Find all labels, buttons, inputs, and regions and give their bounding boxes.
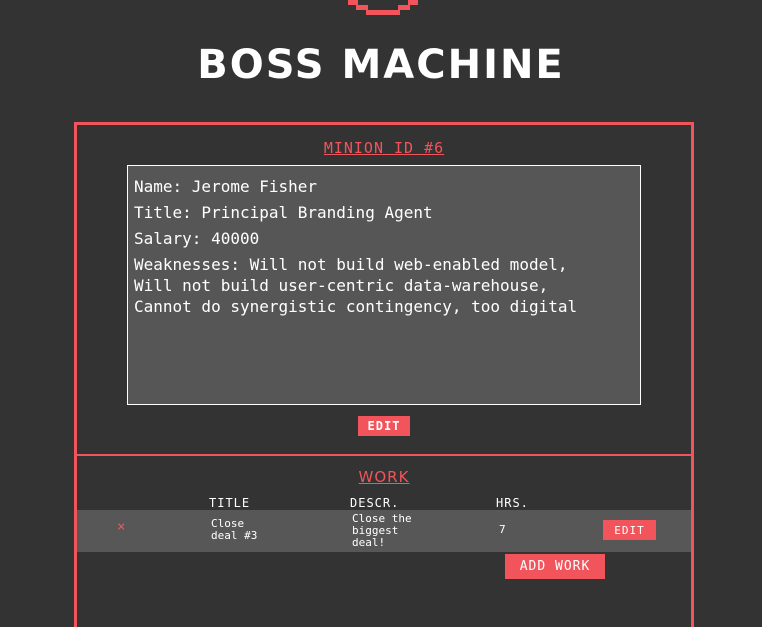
column-header-title: TITLE (209, 496, 251, 510)
minion-id-heading: MINION ID #6 (323, 139, 445, 157)
work-hours-cell: 7 (499, 523, 506, 536)
work-description-cell: Close the biggest deal! (352, 512, 412, 549)
minion-panel: MINION ID #6 Name: Jerome Fisher Title: … (74, 122, 694, 627)
pixel-smile-icon (348, 0, 418, 15)
edit-work-button[interactable]: EDIT (603, 520, 656, 540)
section-divider (77, 454, 691, 456)
delete-work-icon[interactable]: × (117, 520, 125, 534)
add-work-button[interactable]: ADD WORK (505, 554, 605, 579)
minion-salary: Salary: 40000 (134, 229, 260, 248)
work-title-cell: Close deal #3 (211, 517, 258, 542)
minion-info-box: Name: Jerome Fisher Title: Principal Bra… (127, 165, 641, 405)
minion-title: Title: Principal Branding Agent (134, 203, 433, 222)
edit-minion-button[interactable]: EDIT (358, 416, 410, 436)
column-header-description: DESCR. (350, 496, 400, 510)
app-title: BOSS MACHINE (197, 42, 565, 88)
column-header-hours: HRS. (496, 496, 529, 510)
work-heading: WORK (358, 468, 410, 486)
minion-name: Name: Jerome Fisher (134, 177, 318, 196)
minion-weaknesses: Weaknesses: Will not build web-enabled m… (134, 255, 578, 316)
table-row: × Close deal #3 Close the biggest deal! … (77, 510, 691, 552)
